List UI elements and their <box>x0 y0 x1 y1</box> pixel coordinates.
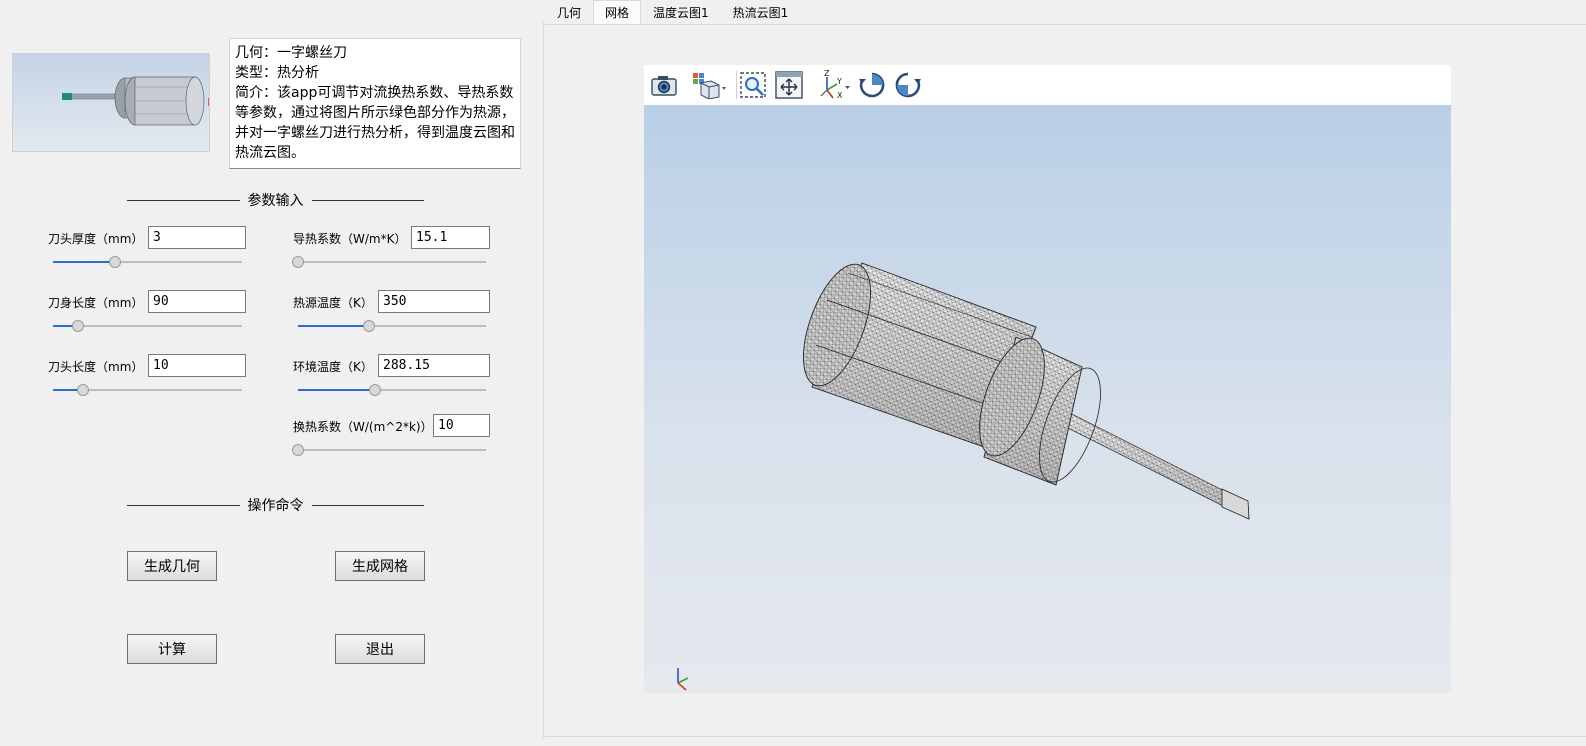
slider-handle[interactable] <box>369 384 382 396</box>
slider-handle[interactable] <box>77 384 90 396</box>
divider <box>127 504 240 506</box>
param-input-heading: 参数输入 <box>127 190 424 210</box>
head-thickness-slider[interactable] <box>53 256 242 268</box>
body-length-label: 刀身长度（mm） <box>48 296 144 310</box>
coordinate-triad <box>677 668 689 691</box>
head-thickness-label: 刀头厚度（mm） <box>48 232 144 246</box>
description-intro: 简介：该app可调节对流换热系数、导热系数等参数，通过将图片所示绿色部分作为热源… <box>235 85 515 161</box>
axis-y-label: Y <box>836 77 842 86</box>
axis-orientation-icon[interactable]: ZYX <box>816 70 854 100</box>
tab-heat-flux-plot[interactable]: 热流云图1 <box>721 0 801 25</box>
tab-bar: 几何 网格 温度云图1 热流云图1 <box>545 0 800 25</box>
view-cube-icon[interactable] <box>690 70 730 100</box>
commands-title: 操作命令 <box>247 498 304 514</box>
divider <box>545 24 1586 25</box>
conductivity-slider[interactable] <box>292 256 486 268</box>
rotate-clockwise-icon[interactable] <box>856 70 888 100</box>
screwdriver-mesh-render <box>677 262 1250 691</box>
htc-input[interactable]: 10 <box>433 414 490 437</box>
rotate-counterclockwise-icon[interactable] <box>892 70 924 100</box>
graphics-window: ZYX <box>644 65 1451 693</box>
camera-icon[interactable] <box>648 70 680 100</box>
exit-button[interactable]: 退出 <box>335 634 425 664</box>
zoom-window-icon[interactable] <box>773 70 805 100</box>
htc-label: 换热系数（W/(m^2*k)） <box>293 420 433 434</box>
source-temp-slider[interactable] <box>298 320 486 332</box>
parameter-panel: 几何：一字螺丝刀 类型：热分析 简介：该app可调节对流换热系数、导热系数等参数… <box>0 0 545 746</box>
generate-geometry-button[interactable]: 生成几何 <box>127 551 217 581</box>
conductivity-input[interactable]: 15.1 <box>411 226 490 249</box>
head-length-slider[interactable] <box>53 384 242 396</box>
divider <box>311 199 424 201</box>
graphics-toolbar: ZYX <box>644 65 1451 105</box>
slider-handle[interactable] <box>292 444 304 456</box>
divider <box>127 199 240 201</box>
source-temp-label: 热源温度（K） <box>293 296 373 310</box>
ambient-temp-label: 环境温度（K） <box>293 360 373 374</box>
divider <box>545 736 1586 737</box>
source-temp-input[interactable]: 350 <box>378 290 490 313</box>
head-length-label: 刀头长度（mm） <box>48 360 144 374</box>
description-geometry: 几何：一字螺丝刀 <box>235 45 347 61</box>
panel-splitter[interactable] <box>543 22 544 738</box>
geometry-thumbnail <box>12 53 210 152</box>
zoom-extents-icon[interactable] <box>737 70 769 100</box>
slider-handle[interactable] <box>292 256 304 268</box>
slider-handle[interactable] <box>71 320 84 332</box>
htc-slider[interactable] <box>292 444 486 456</box>
slider-handle[interactable] <box>109 256 122 268</box>
ambient-temp-input[interactable]: 288.15 <box>378 354 490 377</box>
description-type: 类型：热分析 <box>235 65 319 81</box>
slider-handle[interactable] <box>363 320 376 332</box>
commands-heading: 操作命令 <box>127 495 424 515</box>
generate-mesh-button[interactable]: 生成网格 <box>335 551 425 581</box>
param-input-title: 参数输入 <box>247 193 304 209</box>
tab-temperature-plot[interactable]: 温度云图1 <box>641 0 721 25</box>
tab-geometry[interactable]: 几何 <box>545 0 593 25</box>
ambient-temp-slider[interactable] <box>298 384 486 396</box>
tab-mesh[interactable]: 网格 <box>593 0 642 25</box>
head-thickness-input[interactable]: 3 <box>148 226 246 249</box>
screwdriver-thumbnail-image <box>62 76 209 126</box>
compute-button[interactable]: 计算 <box>127 634 217 664</box>
body-length-input[interactable]: 90 <box>148 290 246 313</box>
divider <box>311 504 424 506</box>
mesh-viewport[interactable] <box>644 105 1451 693</box>
app-description: 几何：一字螺丝刀 类型：热分析 简介：该app可调节对流换热系数、导热系数等参数… <box>229 38 521 169</box>
conductivity-label: 导热系数（W/m*K） <box>293 232 407 246</box>
head-length-input[interactable]: 10 <box>148 354 246 377</box>
body-length-slider[interactable] <box>53 320 242 332</box>
axis-x-label: X <box>837 91 843 100</box>
axis-z-label: Z <box>824 70 830 78</box>
